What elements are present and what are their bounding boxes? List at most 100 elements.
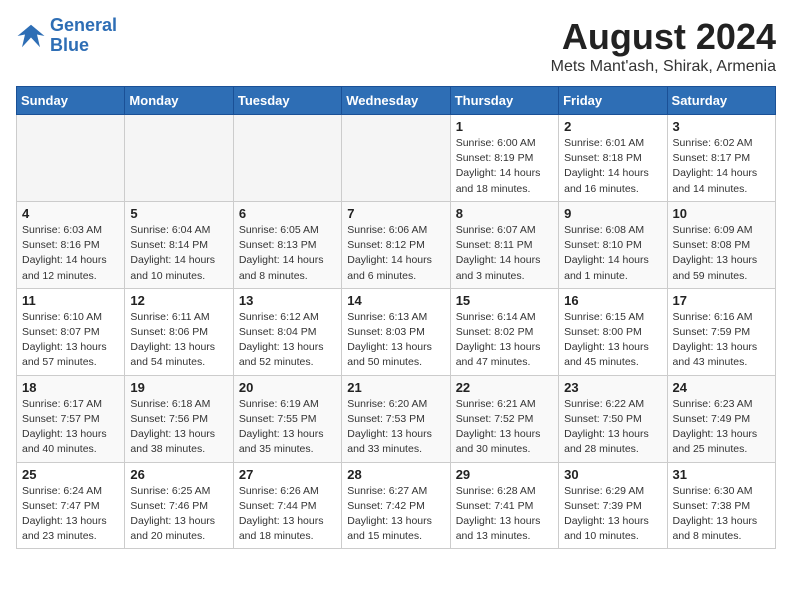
title-block: August 2024 Mets Mant'ash, Shirak, Armen… — [551, 16, 776, 76]
day-number: 19 — [130, 380, 227, 395]
day-info: Sunrise: 6:10 AM Sunset: 8:07 PM Dayligh… — [22, 310, 119, 371]
day-number: 22 — [456, 380, 553, 395]
page-header: General Blue August 2024 Mets Mant'ash, … — [16, 16, 776, 76]
day-info: Sunrise: 6:05 AM Sunset: 8:13 PM Dayligh… — [239, 223, 336, 284]
day-number: 4 — [22, 206, 119, 221]
day-info: Sunrise: 6:15 AM Sunset: 8:00 PM Dayligh… — [564, 310, 661, 371]
day-info: Sunrise: 6:02 AM Sunset: 8:17 PM Dayligh… — [673, 136, 770, 197]
calendar-day-cell: 4 Sunrise: 6:03 AM Sunset: 8:16 PM Daylig… — [17, 201, 125, 288]
day-number: 6 — [239, 206, 336, 221]
calendar-day-cell: 26 Sunrise: 6:25 AM Sunset: 7:46 PM Dayli… — [125, 462, 233, 549]
calendar-day-cell: 1Sunrise: 6:00 AM Sunset: 8:19 PM Daylig… — [450, 115, 558, 202]
day-info: Sunrise: 6:26 AM Sunset: 7:44 PM Dayligh… — [239, 484, 336, 545]
calendar-day-cell — [342, 115, 450, 202]
calendar-header-day: Saturday — [667, 87, 775, 115]
calendar-day-cell: 12 Sunrise: 6:11 AM Sunset: 8:06 PM Dayli… — [125, 288, 233, 375]
day-info: Sunrise: 6:08 AM Sunset: 8:10 PM Dayligh… — [564, 223, 661, 284]
day-number: 8 — [456, 206, 553, 221]
calendar-header-day: Wednesday — [342, 87, 450, 115]
calendar-day-cell: 9Sunrise: 6:08 AM Sunset: 8:10 PM Daylig… — [559, 201, 667, 288]
calendar-day-cell: 17 Sunrise: 6:16 AM Sunset: 7:59 PM Dayli… — [667, 288, 775, 375]
day-info: Sunrise: 6:20 AM Sunset: 7:53 PM Dayligh… — [347, 397, 444, 458]
day-number: 5 — [130, 206, 227, 221]
day-info: Sunrise: 6:16 AM Sunset: 7:59 PM Dayligh… — [673, 310, 770, 371]
calendar-day-cell: 30Sunrise: 6:29 AM Sunset: 7:39 PM Dayli… — [559, 462, 667, 549]
calendar-header-day: Friday — [559, 87, 667, 115]
day-info: Sunrise: 6:12 AM Sunset: 8:04 PM Dayligh… — [239, 310, 336, 371]
day-info: Sunrise: 6:07 AM Sunset: 8:11 PM Dayligh… — [456, 223, 553, 284]
day-number: 12 — [130, 293, 227, 308]
location-title: Mets Mant'ash, Shirak, Armenia — [551, 58, 776, 76]
calendar-day-cell: 24Sunrise: 6:23 AM Sunset: 7:49 PM Dayli… — [667, 375, 775, 462]
logo-text: General Blue — [50, 16, 117, 56]
calendar-day-cell: 29Sunrise: 6:28 AM Sunset: 7:41 PM Dayli… — [450, 462, 558, 549]
day-number: 27 — [239, 467, 336, 482]
calendar-day-cell: 3Sunrise: 6:02 AM Sunset: 8:17 PM Daylig… — [667, 115, 775, 202]
day-info: Sunrise: 6:21 AM Sunset: 7:52 PM Dayligh… — [456, 397, 553, 458]
calendar-week-row: 4 Sunrise: 6:03 AM Sunset: 8:16 PM Daylig… — [17, 201, 776, 288]
calendar-day-cell: 6 Sunrise: 6:05 AM Sunset: 8:13 PM Daylig… — [233, 201, 341, 288]
month-title: August 2024 — [551, 16, 776, 58]
day-number: 18 — [22, 380, 119, 395]
calendar-week-row: 18 Sunrise: 6:17 AM Sunset: 7:57 PM Dayli… — [17, 375, 776, 462]
calendar-day-cell — [17, 115, 125, 202]
day-number: 10 — [673, 206, 770, 221]
day-info: Sunrise: 6:06 AM Sunset: 8:12 PM Dayligh… — [347, 223, 444, 284]
calendar-day-cell: 27 Sunrise: 6:26 AM Sunset: 7:44 PM Dayli… — [233, 462, 341, 549]
calendar-week-row: 11Sunrise: 6:10 AM Sunset: 8:07 PM Dayli… — [17, 288, 776, 375]
calendar-day-cell: 13 Sunrise: 6:12 AM Sunset: 8:04 PM Dayli… — [233, 288, 341, 375]
day-info: Sunrise: 6:03 AM Sunset: 8:16 PM Dayligh… — [22, 223, 119, 284]
day-info: Sunrise: 6:14 AM Sunset: 8:02 PM Dayligh… — [456, 310, 553, 371]
day-info: Sunrise: 6:29 AM Sunset: 7:39 PM Dayligh… — [564, 484, 661, 545]
day-number: 7 — [347, 206, 444, 221]
calendar-day-cell: 20Sunrise: 6:19 AM Sunset: 7:55 PM Dayli… — [233, 375, 341, 462]
calendar-day-cell: 23 Sunrise: 6:22 AM Sunset: 7:50 PM Dayli… — [559, 375, 667, 462]
day-info: Sunrise: 6:22 AM Sunset: 7:50 PM Dayligh… — [564, 397, 661, 458]
day-number: 13 — [239, 293, 336, 308]
day-number: 25 — [22, 467, 119, 482]
day-number: 21 — [347, 380, 444, 395]
day-number: 31 — [673, 467, 770, 482]
calendar-day-cell: 21 Sunrise: 6:20 AM Sunset: 7:53 PM Dayli… — [342, 375, 450, 462]
logo: General Blue — [16, 16, 117, 56]
calendar-day-cell: 14 Sunrise: 6:13 AM Sunset: 8:03 PM Dayli… — [342, 288, 450, 375]
day-info: Sunrise: 6:09 AM Sunset: 8:08 PM Dayligh… — [673, 223, 770, 284]
day-info: Sunrise: 6:27 AM Sunset: 7:42 PM Dayligh… — [347, 484, 444, 545]
day-number: 20 — [239, 380, 336, 395]
day-info: Sunrise: 6:01 AM Sunset: 8:18 PM Dayligh… — [564, 136, 661, 197]
day-number: 17 — [673, 293, 770, 308]
day-info: Sunrise: 6:30 AM Sunset: 7:38 PM Dayligh… — [673, 484, 770, 545]
calendar-day-cell: 10 Sunrise: 6:09 AM Sunset: 8:08 PM Dayli… — [667, 201, 775, 288]
calendar-table: SundayMondayTuesdayWednesdayThursdayFrid… — [16, 86, 776, 549]
calendar-header-day: Thursday — [450, 87, 558, 115]
day-number: 28 — [347, 467, 444, 482]
calendar-day-cell: 22 Sunrise: 6:21 AM Sunset: 7:52 PM Dayli… — [450, 375, 558, 462]
calendar-day-cell: 5 Sunrise: 6:04 AM Sunset: 8:14 PM Daylig… — [125, 201, 233, 288]
calendar-day-cell: 2 Sunrise: 6:01 AM Sunset: 8:18 PM Daylig… — [559, 115, 667, 202]
day-info: Sunrise: 6:25 AM Sunset: 7:46 PM Dayligh… — [130, 484, 227, 545]
calendar-header-day: Monday — [125, 87, 233, 115]
day-number: 24 — [673, 380, 770, 395]
calendar-day-cell: 25Sunrise: 6:24 AM Sunset: 7:47 PM Dayli… — [17, 462, 125, 549]
day-number: 2 — [564, 119, 661, 134]
day-info: Sunrise: 6:11 AM Sunset: 8:06 PM Dayligh… — [130, 310, 227, 371]
calendar-day-cell: 18 Sunrise: 6:17 AM Sunset: 7:57 PM Dayli… — [17, 375, 125, 462]
calendar-day-cell: 8 Sunrise: 6:07 AM Sunset: 8:11 PM Daylig… — [450, 201, 558, 288]
day-info: Sunrise: 6:28 AM Sunset: 7:41 PM Dayligh… — [456, 484, 553, 545]
calendar-week-row: 25Sunrise: 6:24 AM Sunset: 7:47 PM Dayli… — [17, 462, 776, 549]
calendar-header-row: SundayMondayTuesdayWednesdayThursdayFrid… — [17, 87, 776, 115]
day-info: Sunrise: 6:17 AM Sunset: 7:57 PM Dayligh… — [22, 397, 119, 458]
day-info: Sunrise: 6:13 AM Sunset: 8:03 PM Dayligh… — [347, 310, 444, 371]
day-number: 14 — [347, 293, 444, 308]
calendar-week-row: 1Sunrise: 6:00 AM Sunset: 8:19 PM Daylig… — [17, 115, 776, 202]
calendar-day-cell: 7 Sunrise: 6:06 AM Sunset: 8:12 PM Daylig… — [342, 201, 450, 288]
day-number: 26 — [130, 467, 227, 482]
day-number: 16 — [564, 293, 661, 308]
day-number: 1 — [456, 119, 553, 134]
day-info: Sunrise: 6:04 AM Sunset: 8:14 PM Dayligh… — [130, 223, 227, 284]
calendar-header-day: Sunday — [17, 87, 125, 115]
day-number: 23 — [564, 380, 661, 395]
day-number: 15 — [456, 293, 553, 308]
calendar-day-cell — [125, 115, 233, 202]
calendar-day-cell — [233, 115, 341, 202]
